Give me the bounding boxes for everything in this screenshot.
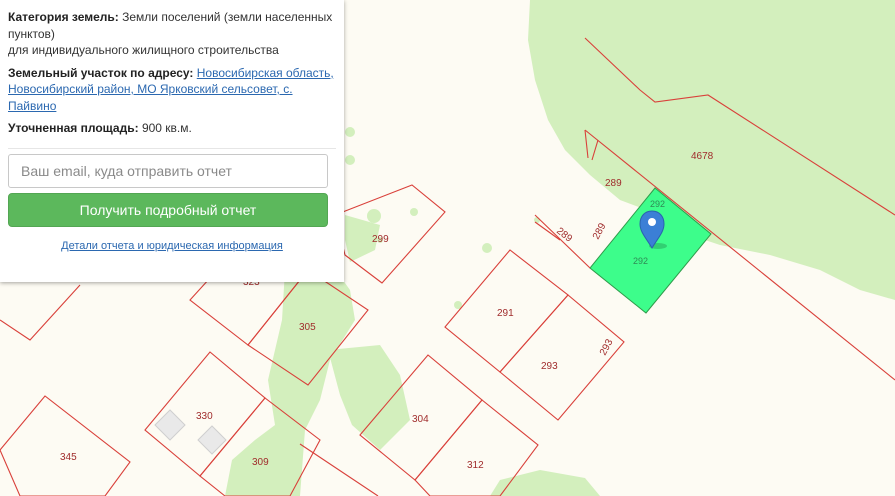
parcel-label-312: 312: [467, 460, 484, 471]
parcel-label-305: 305: [299, 322, 316, 333]
parcel-label-345: 345: [60, 452, 77, 463]
vegetation-dot: [482, 243, 492, 253]
parcel-293[interactable]: [499, 294, 625, 421]
selected-plot-label: 292: [633, 256, 648, 266]
vegetation-area: [490, 470, 600, 496]
report-details: Детали отчета и юридическая информация: [8, 238, 336, 255]
vegetation-area: [528, 0, 895, 300]
parcel-label-293: 293: [541, 361, 558, 372]
parcel-label-289: 289: [554, 226, 574, 245]
parcel-label-291: 291: [497, 308, 514, 319]
vegetation-dot: [345, 127, 355, 137]
land-category-label: Категория земель:: [8, 10, 119, 24]
land-usage-value: для индивидуального жилищного строительс…: [8, 43, 279, 57]
vegetation-dot: [345, 155, 355, 165]
vegetation-dot: [367, 209, 381, 223]
parcel-label-289: 289: [591, 221, 609, 241]
vegetation-dot: [410, 208, 418, 216]
parcel-label-309: 309: [252, 457, 269, 468]
parcel-label-292: 292: [650, 199, 665, 209]
parcel-label-299: 299: [372, 234, 389, 245]
report-details-link[interactable]: Детали отчета и юридическая информация: [61, 240, 283, 252]
parcel-label-304: 304: [412, 414, 429, 425]
building: [154, 409, 186, 441]
divider: [8, 147, 336, 149]
parcel-label-330: 330: [196, 411, 213, 422]
get-report-button[interactable]: Получить подробный отчет: [8, 192, 328, 227]
parcel-345[interactable]: [0, 395, 131, 496]
parcel-label-4678: 4678: [691, 151, 714, 162]
parcel-border: [0, 284, 81, 341]
parcel-border: [299, 443, 379, 496]
vegetation-area: [225, 262, 355, 496]
parcel-label-289: 289: [605, 178, 622, 189]
plot-area: Уточненная площадь: 900 кв.м.: [8, 120, 336, 137]
plot-address-label: Земельный участок по адресу:: [8, 65, 194, 80]
email-input[interactable]: [8, 153, 328, 188]
plot-area-label: Уточненная площадь:: [8, 121, 139, 135]
land-category: Категория земель: Земли поселений (земли…: [8, 9, 336, 59]
vegetation-area: [328, 345, 410, 450]
plot-info-panel: Категория земель: Земли поселений (земли…: [0, 0, 344, 282]
plot-address: Земельный участок по адресу: Новосибирск…: [8, 65, 336, 115]
vegetation-dot: [534, 217, 540, 223]
plot-area-value: 900 кв.м.: [141, 121, 192, 135]
parcel-289[interactable]: [534, 214, 591, 269]
